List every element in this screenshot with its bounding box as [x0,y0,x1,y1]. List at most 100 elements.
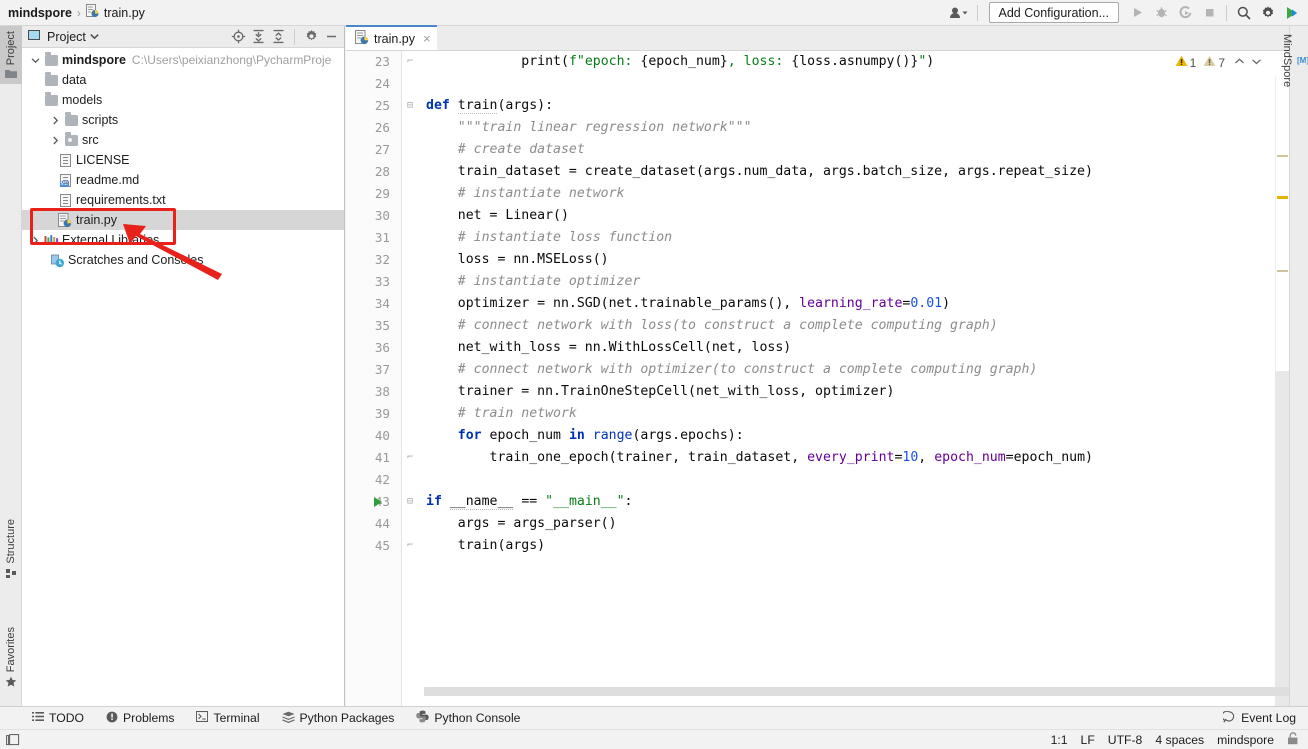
close-icon[interactable]: × [423,31,431,46]
search-icon[interactable] [1232,2,1256,24]
chevron-down-icon[interactable] [86,28,104,46]
tab-train-py[interactable]: train.py × [346,25,437,50]
collapse-arrow-icon[interactable] [48,136,62,145]
run-with-coverage-icon[interactable] [1173,2,1197,24]
line-number: 29 [374,186,390,201]
bottom-item-problems[interactable]: Problems [95,711,185,726]
error-stripe-gutter[interactable] [1275,76,1289,731]
project-toolbar-divider [294,28,295,45]
terminal-icon [196,710,209,725]
project-tree: mindspore C:\Users\peixianzhong\PycharmP… [22,48,344,270]
gear-icon[interactable] [1256,2,1280,24]
caret-position[interactable]: 1:1 [1051,733,1068,747]
tree-label: readme.md [76,173,140,187]
fold-marker[interactable]: ⊟ [404,491,416,513]
tree-row-requirements[interactable]: requirements.txt [22,190,344,210]
toggle-toolbars-button[interactable] [0,733,20,747]
warning-count: 7 [1218,55,1225,70]
tree-row-external-libraries[interactable]: External Libraries [22,230,344,250]
run-line-icon[interactable] [374,497,382,507]
sidebar-item-favorites[interactable]: Favorites [0,622,22,693]
sidebar-item-structure[interactable]: Structure [0,514,22,584]
tree-label: src [82,133,99,147]
toolbar-divider-2 [1226,4,1227,21]
bottom-item-python-packages[interactable]: Python Packages [271,711,406,726]
breadcrumb: mindspore › train.py [0,4,145,21]
breadcrumb-file[interactable]: train.py [104,6,145,20]
fold-marker[interactable]: ⌐ [404,535,416,557]
folder-icon [5,69,17,79]
ide-update-icon[interactable] [1280,2,1304,24]
user-account-icon[interactable] [946,2,972,24]
collapse-arrow-icon[interactable] [48,116,62,125]
tree-row-scratches[interactable]: Scratches and Consoles [22,250,344,270]
code-line: 27 # create dataset [346,139,1289,161]
tree-row-models[interactable]: models [22,90,344,110]
stripe-marker[interactable] [1277,155,1288,157]
tree-path: C:\Users\peixianzhong\PycharmProje [131,53,332,67]
debug-icon[interactable] [1149,2,1173,24]
fold-marker[interactable]: ⊟ [404,95,416,117]
code-text: # create dataset [426,142,585,157]
scratches-icon [48,253,66,268]
indent-setting[interactable]: 4 spaces [1155,733,1204,747]
code-text: # instantiate optimizer [426,274,641,289]
mindspore-icon: [M] [1297,56,1308,66]
horizontal-scrollbar-thumb[interactable] [424,687,1308,696]
code-text: # connect network with loss(to construct… [426,318,998,333]
bottom-item-terminal[interactable]: Terminal [185,710,270,725]
code-text: # instantiate loss function [426,230,673,245]
python-file-icon [355,29,369,48]
bottom-item-todo[interactable]: TODO [0,711,95,725]
expand-arrow-icon[interactable] [28,56,42,65]
tree-label: requirements.txt [76,193,166,207]
lock-icon[interactable] [1287,731,1299,748]
file-encoding[interactable]: UTF-8 [1108,733,1143,747]
bottom-item-label: Terminal [213,711,260,725]
line-separator[interactable]: LF [1081,733,1095,747]
tree-row-mindspore[interactable]: mindspore C:\Users\peixianzhong\PycharmP… [22,50,344,70]
code-editor[interactable]: 23 ⌐ print(f"epoch: {epoch_num}, loss: {l… [346,51,1308,731]
line-number: 27 [374,142,390,157]
bottom-item-python-console[interactable]: Python Console [405,710,531,726]
inspection-widget[interactable]: 1 7 [1171,55,1267,70]
fold-marker[interactable]: ⌐ [404,51,416,73]
project-window-icon [28,29,41,44]
line-number: 45 [374,538,390,553]
event-log-button[interactable]: Event Log [1221,710,1308,726]
stripe-marker[interactable] [1277,270,1288,272]
run-icon[interactable] [1125,2,1149,24]
sidebar-item-project[interactable]: Project [0,26,22,85]
breadcrumb-project[interactable]: mindspore [8,6,72,20]
external-libraries-icon [42,234,60,247]
code-text: print(f"epoch: {epoch_num}, loss: {loss.… [521,54,935,69]
gear-icon[interactable] [302,28,320,46]
event-log-icon [1221,710,1235,726]
vcs-branch[interactable]: mindspore [1217,733,1274,747]
stop-icon[interactable] [1197,2,1221,24]
code-text: train_one_epoch(trainer, train_dataset, … [426,450,1093,465]
sidebar-item-mindspore-label: MindSpore [1281,34,1293,88]
hide-icon[interactable] [322,28,340,46]
previous-problem-icon[interactable] [1232,57,1247,69]
expand-all-icon[interactable] [249,28,267,46]
collapse-all-icon[interactable] [269,28,287,46]
tree-row-data[interactable]: data [22,70,344,90]
code-line: 28 train_dataset = create_dataset(args.n… [346,161,1289,183]
tree-row-train-py[interactable]: train.py [22,210,344,230]
next-problem-icon[interactable] [1249,57,1264,69]
tree-row-src[interactable]: src [22,130,344,150]
locate-icon[interactable] [229,28,247,46]
collapse-arrow-icon[interactable] [28,236,42,245]
tree-row-readme[interactable]: MD readme.md [22,170,344,190]
tree-row-license[interactable]: LICENSE [22,150,344,170]
add-configuration-button[interactable]: Add Configuration... [988,2,1119,23]
fold-marker[interactable]: ⌐ [404,447,416,469]
code-line: 42 [346,469,1289,491]
tree-row-scripts[interactable]: scripts [22,110,344,130]
sidebar-item-mindspore[interactable]: [M] MindSpore [1281,30,1308,87]
code-line: 38 trainer = nn.TrainOneStepCell(net_wit… [346,381,1289,403]
line-number: 28 [374,164,390,179]
stripe-marker[interactable] [1277,196,1288,199]
vertical-scrollbar-thumb[interactable] [1275,371,1289,731]
